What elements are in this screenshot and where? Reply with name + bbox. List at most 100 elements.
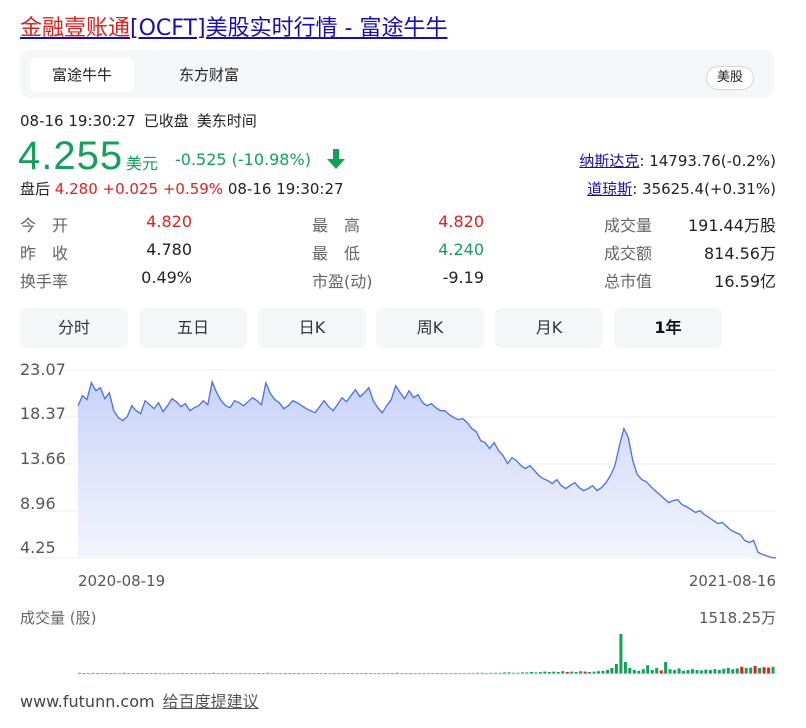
- after-hours-line: 盘后 4.280 +0.025 +0.59% 08-16 19:30:27: [20, 178, 344, 199]
- stat-label-turnover-rate: 换手率: [20, 272, 69, 291]
- index-nasdaq-value: : 14793.76(-0.2%): [639, 152, 776, 170]
- price-currency: 美元: [126, 154, 159, 173]
- stat-label-pe: 市盈(动): [312, 272, 373, 291]
- tab-intraday[interactable]: 分时: [20, 308, 128, 348]
- after-hours-percent: +0.59%: [162, 180, 224, 198]
- volume-bar: [762, 667, 766, 674]
- down-arrow-icon: [327, 149, 345, 169]
- volume-bar: [726, 668, 730, 674]
- volume-bar: [735, 668, 739, 674]
- volume-title: 成交量 (股): [20, 609, 97, 627]
- title-highlight: 金融壹账通: [20, 16, 131, 41]
- stat-label-open: 今 开: [20, 216, 69, 235]
- volume-bar: [659, 670, 663, 674]
- after-hours-label: 盘后: [20, 180, 51, 198]
- volume-bar: [717, 670, 721, 674]
- volume-bar: [619, 634, 623, 674]
- volume-max: 1518.25万: [698, 609, 776, 627]
- volume-bar: [767, 667, 771, 674]
- x-tick-start: 2020-08-19: [78, 572, 166, 590]
- status-state: 已收盘: [143, 112, 189, 130]
- tab-futunn[interactable]: 富途牛牛: [30, 58, 134, 92]
- after-hours-datetime: 08-16 19:30:27: [227, 180, 344, 198]
- volume-bar: [713, 669, 717, 674]
- stat-value-turnover-rate: 0.49%: [141, 268, 192, 287]
- volume-chart: [78, 634, 776, 675]
- source-tab-bar: 富途牛牛 东方财富 美股: [20, 50, 774, 98]
- tab-weekly-k[interactable]: 周K: [376, 308, 484, 348]
- status-timezone: 美东时间: [196, 112, 257, 130]
- stat-value-low: 4.240: [438, 240, 484, 259]
- volume-bar: [677, 668, 681, 674]
- stat-value-market-cap: 16.59亿: [714, 272, 776, 291]
- index-dow: 道琼斯: 35625.4(+0.31%): [587, 178, 776, 199]
- volume-bar: [628, 668, 632, 674]
- stat-label-prev-close: 昨 收: [20, 244, 69, 263]
- stat-label-turnover: 成交额: [604, 244, 653, 263]
- tab-five-day[interactable]: 五日: [139, 308, 247, 348]
- stat-label-high: 最 高: [312, 216, 361, 235]
- volume-bar: [699, 670, 703, 674]
- volume-bar: [753, 666, 757, 674]
- volume-bar: [632, 670, 636, 674]
- volume-bar: [664, 662, 668, 674]
- stat-label-volume: 成交量: [604, 216, 653, 235]
- current-price: 4.255: [18, 134, 124, 178]
- stat-value-high: 4.820: [438, 212, 484, 231]
- after-hours-price: 4.280: [54, 180, 98, 198]
- volume-bar: [749, 667, 753, 674]
- volume-bar: [695, 670, 699, 674]
- index-nasdaq-link[interactable]: 纳斯达克: [579, 152, 639, 170]
- volume-bar: [668, 669, 672, 674]
- stat-label-low: 最 低: [312, 244, 361, 263]
- after-hours-change: +0.025: [102, 180, 159, 198]
- footer-domain[interactable]: www.futunn.com: [20, 692, 155, 711]
- tab-daily-k[interactable]: 日K: [258, 308, 366, 348]
- price-chart: [20, 369, 777, 559]
- stat-value-prev-close: 4.780: [146, 240, 192, 259]
- volume-bar: [646, 665, 650, 674]
- stat-value-volume: 191.44万股: [688, 216, 776, 235]
- stat-label-market-cap: 总市值: [604, 272, 653, 291]
- tab-one-year[interactable]: 1年: [614, 308, 722, 348]
- volume-bar: [740, 666, 744, 674]
- tab-monthly-k[interactable]: 月K: [495, 308, 603, 348]
- index-nasdaq: 纳斯达克: 14793.76(-0.2%): [579, 150, 776, 171]
- price-area: [78, 381, 776, 558]
- title-rest: [OCFT]美股实时行情 - 富途牛牛: [130, 16, 448, 41]
- volume-bar: [641, 669, 645, 674]
- volume-bar: [758, 668, 762, 674]
- footer: www.futunn.com 给百度提建议: [20, 688, 259, 712]
- index-dow-link[interactable]: 道琼斯: [587, 180, 632, 198]
- volume-bar: [686, 670, 690, 674]
- volume-bar: [704, 669, 708, 674]
- volume-bar: [691, 669, 694, 674]
- index-dow-value: : 35625.4(+0.31%): [632, 180, 776, 198]
- y-tick-label: 8.96: [20, 494, 56, 513]
- stat-value-open: 4.820: [146, 212, 192, 231]
- y-tick-label: 23.07: [20, 360, 66, 379]
- volume-bar: [650, 670, 654, 674]
- market-badge[interactable]: 美股: [705, 66, 754, 90]
- volume-bar: [610, 668, 614, 674]
- y-tick-label: 4.25: [20, 538, 56, 557]
- volume-bar: [744, 668, 748, 674]
- stat-value-turnover: 814.56万: [704, 244, 776, 263]
- x-tick-end: 2021-08-16: [688, 572, 776, 590]
- volume-bar: [614, 664, 618, 674]
- volume-bar: [623, 662, 627, 674]
- status-datetime: 08-16 19:30:27: [20, 112, 136, 130]
- volume-bar: [606, 670, 609, 674]
- volume-bar: [655, 668, 659, 674]
- feedback-link[interactable]: 给百度提建议: [163, 692, 259, 711]
- volume-bar: [673, 670, 677, 674]
- price-change: -0.525 (-10.98%): [175, 150, 311, 169]
- volume-bar: [731, 669, 735, 674]
- volume-bar: [771, 666, 775, 674]
- status-line: 08-16 19:30:27 已收盘 美东时间: [20, 110, 265, 131]
- tab-eastmoney[interactable]: 东方财富: [154, 58, 264, 92]
- y-tick-label: 13.66: [20, 449, 66, 468]
- page-title-link[interactable]: 金融壹账通[OCFT]美股实时行情 - 富途牛牛: [20, 10, 448, 42]
- stat-value-pe: -9.19: [442, 268, 484, 287]
- volume-bar: [722, 668, 726, 674]
